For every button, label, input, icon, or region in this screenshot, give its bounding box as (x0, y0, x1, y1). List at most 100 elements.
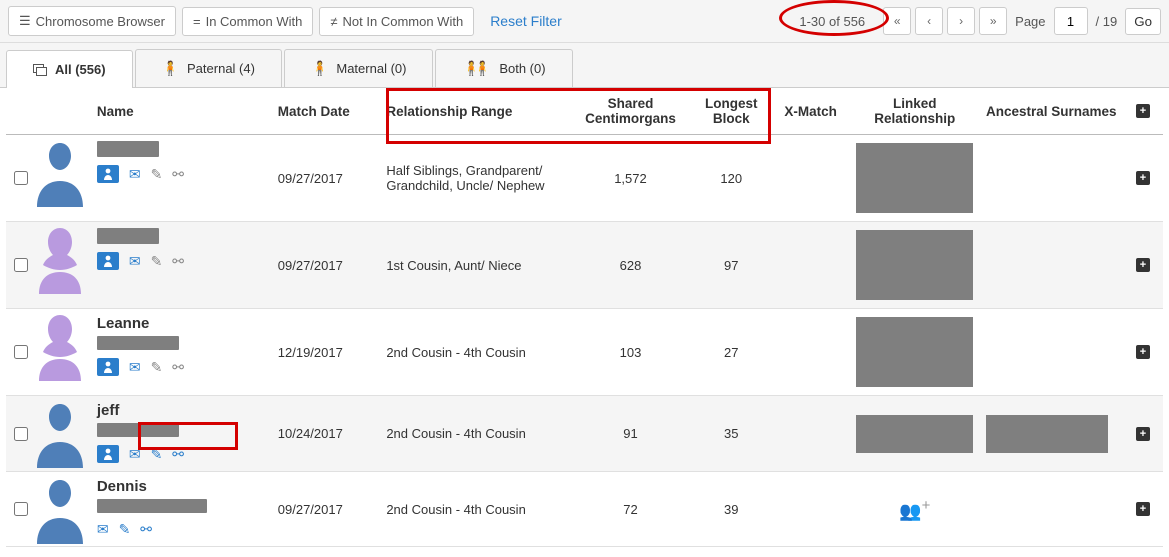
tree-icon[interactable]: ⚯ (140, 521, 152, 538)
row-checkbox[interactable] (14, 345, 28, 359)
longest-block: 120 (682, 135, 780, 222)
envelope-icon[interactable]: ✉ (129, 446, 141, 463)
avatar[interactable] (29, 396, 91, 468)
female-icon: 🧍 (311, 60, 328, 77)
go-button[interactable]: Go (1125, 8, 1161, 35)
envelope-icon[interactable]: ✉ (129, 166, 141, 183)
male-badge-icon (103, 448, 113, 460)
avatar[interactable] (29, 472, 91, 544)
expand-row-button[interactable]: + (1136, 345, 1150, 359)
prev-page-button[interactable]: ‹ (915, 7, 943, 35)
expand-row-button[interactable]: + (1136, 258, 1150, 272)
tree-icon[interactable]: ⚯ (172, 166, 184, 183)
header-linked-relationship[interactable]: Linked Relationship (848, 88, 982, 135)
tab-all[interactable]: All (556) (6, 50, 133, 88)
shared-cm: 628 (579, 222, 682, 309)
edit-icon[interactable]: ✎ (151, 253, 163, 270)
both-icon: 🧍🧍 (462, 60, 491, 77)
tree-icon[interactable]: ⚯ (172, 446, 184, 463)
row-checkbox[interactable] (14, 258, 28, 272)
tabs: All (556) 🧍 Paternal (4) 🧍 Maternal (0) … (0, 43, 1169, 88)
header-longest-block[interactable]: Longest Block (682, 88, 780, 135)
first-page-button[interactable]: « (883, 7, 911, 35)
redacted-subname (97, 499, 207, 513)
match-date: 09/27/2017 (274, 135, 383, 222)
ancestral-surnames (982, 472, 1132, 547)
toolbar: ☰ Chromosome Browser = In Common With ≠ … (0, 0, 1169, 43)
tab-all-label: All (556) (55, 62, 106, 77)
header-name[interactable]: Name (93, 88, 274, 135)
paternal-badge[interactable] (97, 358, 119, 376)
chromosome-browser-button[interactable]: ☰ Chromosome Browser (8, 6, 176, 36)
envelope-icon[interactable]: ✉ (129, 359, 141, 376)
expand-row-button[interactable]: + (1136, 502, 1150, 516)
edit-icon[interactable]: ✎ (151, 166, 163, 183)
match-name: jeff (97, 402, 270, 419)
male-badge-icon (103, 168, 113, 180)
tab-maternal-label: Maternal (0) (336, 61, 406, 76)
header-avatar (29, 88, 93, 135)
edit-icon[interactable]: ✎ (151, 359, 163, 376)
page-input[interactable] (1054, 7, 1088, 35)
tree-icon[interactable]: ⚯ (172, 359, 184, 376)
x-match (780, 472, 847, 547)
redacted-block (856, 317, 973, 387)
tab-paternal[interactable]: 🧍 Paternal (4) (135, 49, 282, 87)
last-page-button[interactable]: » (979, 7, 1007, 35)
male-badge-icon (103, 255, 113, 267)
envelope-icon[interactable]: ✉ (129, 253, 141, 270)
paternal-badge[interactable] (97, 252, 119, 270)
shared-cm: 1,572 (579, 135, 682, 222)
edit-icon[interactable]: ✎ (119, 521, 131, 538)
tab-maternal[interactable]: 🧍 Maternal (0) (284, 49, 434, 87)
avatar[interactable] (29, 135, 91, 207)
header-relationship-range[interactable]: Relationship Range (382, 88, 578, 135)
longest-block: 35 (682, 396, 780, 472)
avatar[interactable] (29, 309, 91, 381)
expand-row-button[interactable]: + (1136, 171, 1150, 185)
equals-icon: = (193, 14, 201, 29)
not-in-common-with-button[interactable]: ≠ Not In Common With (319, 7, 474, 36)
header-expand[interactable]: + (1132, 88, 1163, 135)
next-page-button[interactable]: › (947, 7, 975, 35)
in-common-with-button[interactable]: = In Common With (182, 7, 313, 36)
row-checkbox[interactable] (14, 427, 28, 441)
plus-icon: + (1136, 104, 1150, 118)
table-row: jeff ✉ ✎ ⚯ 10/24/2017 2nd Cousin - 4th C… (6, 396, 1163, 472)
edit-icon[interactable]: ✎ (151, 446, 163, 463)
name-block: ✉ ✎ ⚯ (97, 228, 270, 270)
male-badge-icon (103, 361, 113, 373)
paternal-badge[interactable] (97, 445, 119, 463)
paternal-badge[interactable] (97, 165, 119, 183)
row-checkbox[interactable] (14, 171, 28, 185)
row-checkbox[interactable] (14, 502, 28, 516)
table-row: Leanne ✉ ✎ ⚯ 12/19/2017 2nd Cousin - 4th… (6, 309, 1163, 396)
table-header-row: Name Match Date Relationship Range Share… (6, 88, 1163, 135)
header-x-match[interactable]: X-Match (780, 88, 847, 135)
redacted-name (97, 228, 159, 244)
envelope-icon[interactable]: ✉ (97, 521, 109, 538)
tab-both[interactable]: 🧍🧍 Both (0) (435, 49, 572, 87)
avatar[interactable] (29, 222, 91, 294)
x-match (780, 222, 847, 309)
header-shared-cm[interactable]: Shared Centimorgans (579, 88, 682, 135)
linked-relationship: 👥+ (848, 472, 982, 547)
male-silhouette-icon (29, 396, 91, 468)
header-ancestral-surnames[interactable]: Ancestral Surnames (982, 88, 1132, 135)
relationship-range: 1st Cousin, Aunt/ Niece (382, 222, 578, 309)
linked-relationship (848, 396, 982, 472)
shared-cm: 72 (579, 472, 682, 547)
reset-filter-link[interactable]: Reset Filter (480, 7, 572, 35)
longest-block: 97 (682, 222, 780, 309)
ancestral-surnames (982, 222, 1132, 309)
add-link-button[interactable]: 👥+ (899, 501, 930, 521)
match-name: Leanne (97, 315, 270, 332)
male-icon: 🧍 (162, 60, 179, 77)
header-match-date[interactable]: Match Date (274, 88, 383, 135)
redacted-subname (97, 336, 179, 350)
relationship-range: 2nd Cousin - 4th Cousin (382, 472, 578, 547)
expand-row-button[interactable]: + (1136, 427, 1150, 441)
tree-icon[interactable]: ⚯ (172, 253, 184, 270)
page-label: Page (1011, 14, 1049, 29)
name-block: Dennis ✉ ✎ ⚯ (97, 478, 270, 538)
